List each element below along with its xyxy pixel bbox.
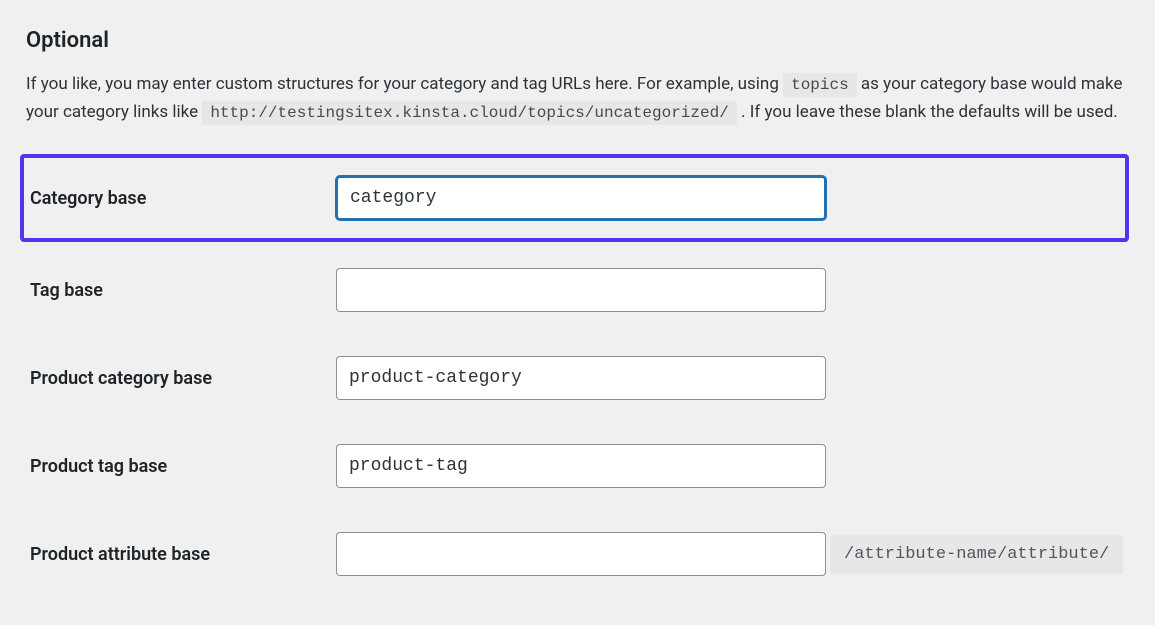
desc-text-3: . If you leave these blank the defaults …: [741, 102, 1118, 122]
product-attribute-base-row: Product attribute base /attribute-name/a…: [26, 510, 1129, 598]
product-tag-base-label: Product tag base: [26, 456, 336, 477]
product-attribute-base-label: Product attribute base: [26, 544, 336, 565]
product-tag-base-row: Product tag base: [26, 422, 1129, 510]
desc-text-1: If you like, you may enter custom struct…: [26, 74, 783, 94]
category-base-label: Category base: [26, 188, 336, 209]
product-category-base-input[interactable]: [336, 356, 826, 400]
product-category-base-row: Product category base: [26, 334, 1129, 422]
product-attribute-base-suffix: /attribute-name/attribute/: [830, 535, 1123, 574]
permalink-optional-form: Category base Tag base Product category …: [26, 154, 1129, 598]
tag-base-row: Tag base: [26, 246, 1129, 334]
category-base-input[interactable]: [336, 176, 826, 220]
product-attribute-base-input[interactable]: [336, 532, 826, 576]
section-heading: Optional: [26, 28, 1129, 53]
tag-base-input[interactable]: [336, 268, 826, 312]
desc-code-topics: topics: [783, 73, 857, 97]
section-description: If you like, you may enter custom struct…: [26, 71, 1126, 126]
desc-code-url: http://testingsitex.kinsta.cloud/topics/…: [202, 101, 736, 125]
tag-base-label: Tag base: [26, 280, 336, 301]
category-base-row: Category base: [20, 154, 1129, 242]
product-tag-base-input[interactable]: [336, 444, 826, 488]
product-category-base-label: Product category base: [26, 368, 336, 389]
